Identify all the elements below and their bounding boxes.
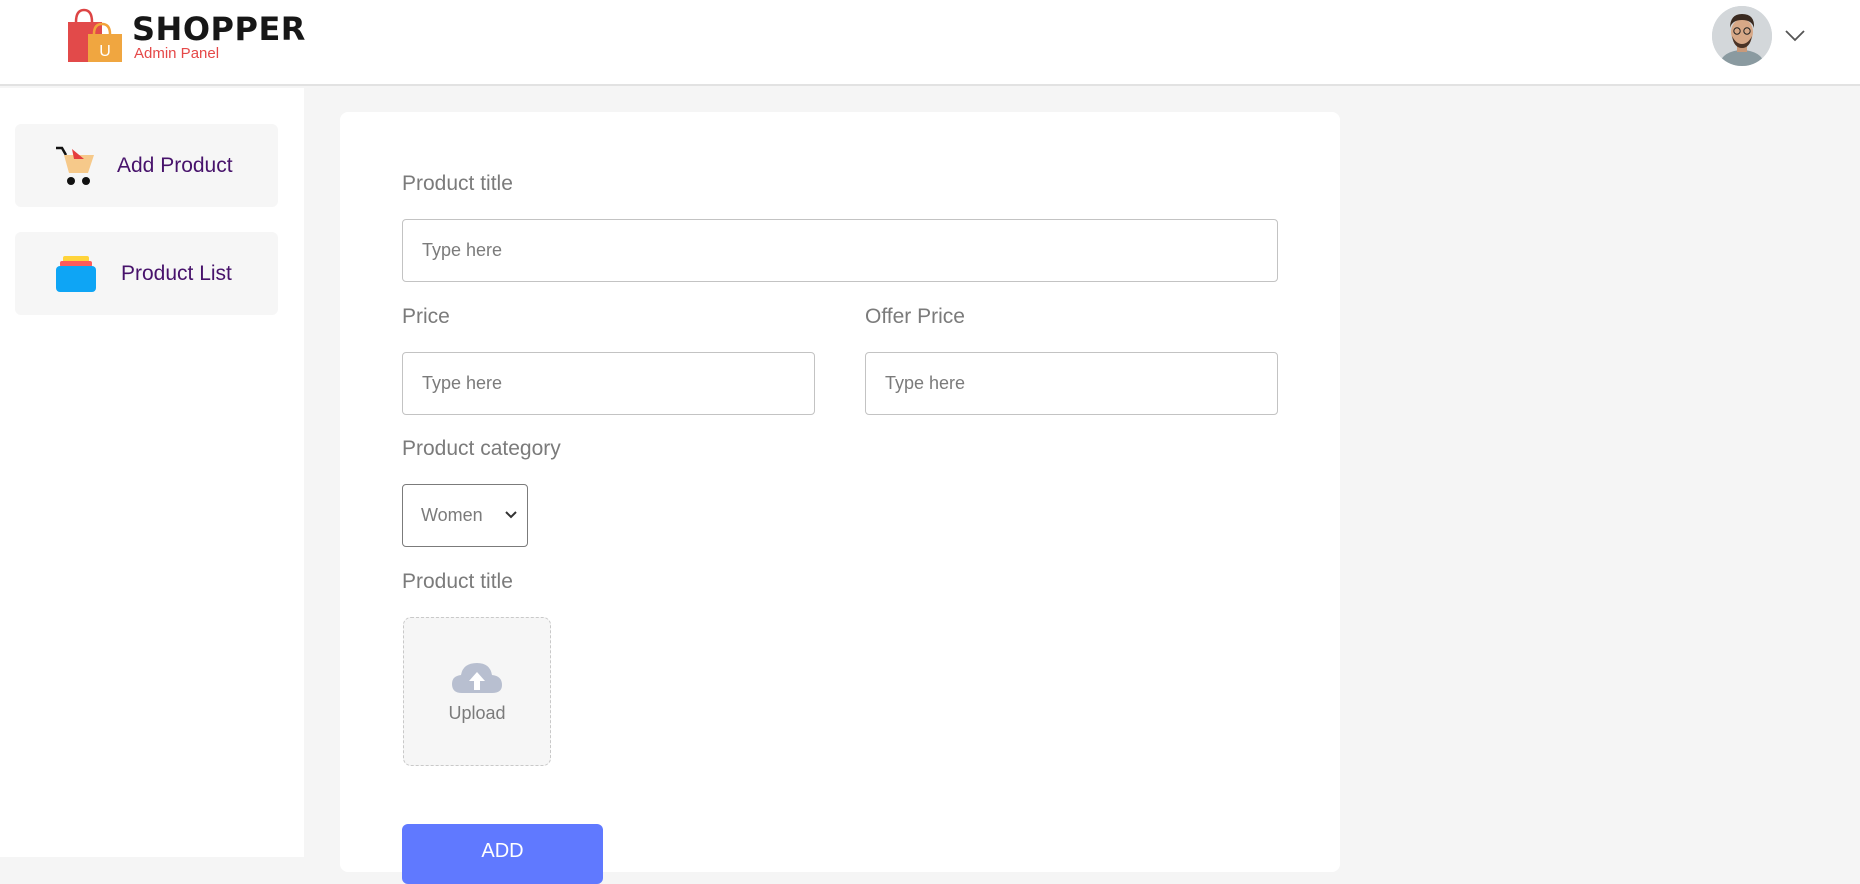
product-category-label: Product category xyxy=(402,437,561,460)
category-select[interactable]: Women xyxy=(402,484,528,547)
sidebar-item-add-product[interactable]: Add Product xyxy=(15,124,278,207)
sidebar: Add Product Product List xyxy=(0,88,304,857)
offer-price-label: Offer Price xyxy=(865,305,965,328)
sidebar-item-label: Add Product xyxy=(117,153,233,177)
navbar: U SHOPPER Admin Panel xyxy=(0,0,1860,86)
svg-text:U: U xyxy=(99,43,111,60)
chevron-down-icon[interactable] xyxy=(1782,23,1808,49)
product-image-label: Product title xyxy=(402,570,513,593)
add-button[interactable]: ADD xyxy=(402,824,603,884)
logo[interactable]: U SHOPPER Admin Panel xyxy=(66,8,306,64)
product-title-label: Product title xyxy=(402,172,513,195)
brand-name: SHOPPER xyxy=(132,10,306,48)
chevron-down-icon xyxy=(503,507,519,523)
product-title-input[interactable] xyxy=(402,219,1278,282)
upload-label: Upload xyxy=(448,703,506,723)
cart-icon xyxy=(53,143,99,189)
price-input[interactable] xyxy=(402,352,815,415)
image-upload-area[interactable]: Upload xyxy=(403,617,551,766)
offer-price-input[interactable] xyxy=(865,352,1278,415)
product-list-icon xyxy=(53,251,99,297)
sidebar-item-label: Product List xyxy=(121,261,232,285)
profile-menu[interactable] xyxy=(1712,6,1808,66)
add-product-form: Product title Price Offer Price Product … xyxy=(340,112,1340,884)
sidebar-item-product-list[interactable]: Product List xyxy=(15,232,278,315)
brand-subtitle: Admin Panel xyxy=(134,45,220,62)
cloud-upload-icon xyxy=(450,659,504,697)
price-label: Price xyxy=(402,305,450,328)
shopping-bag-icon: U xyxy=(66,8,124,64)
avatar[interactable] xyxy=(1712,6,1772,66)
category-select-value: Women xyxy=(421,505,483,525)
